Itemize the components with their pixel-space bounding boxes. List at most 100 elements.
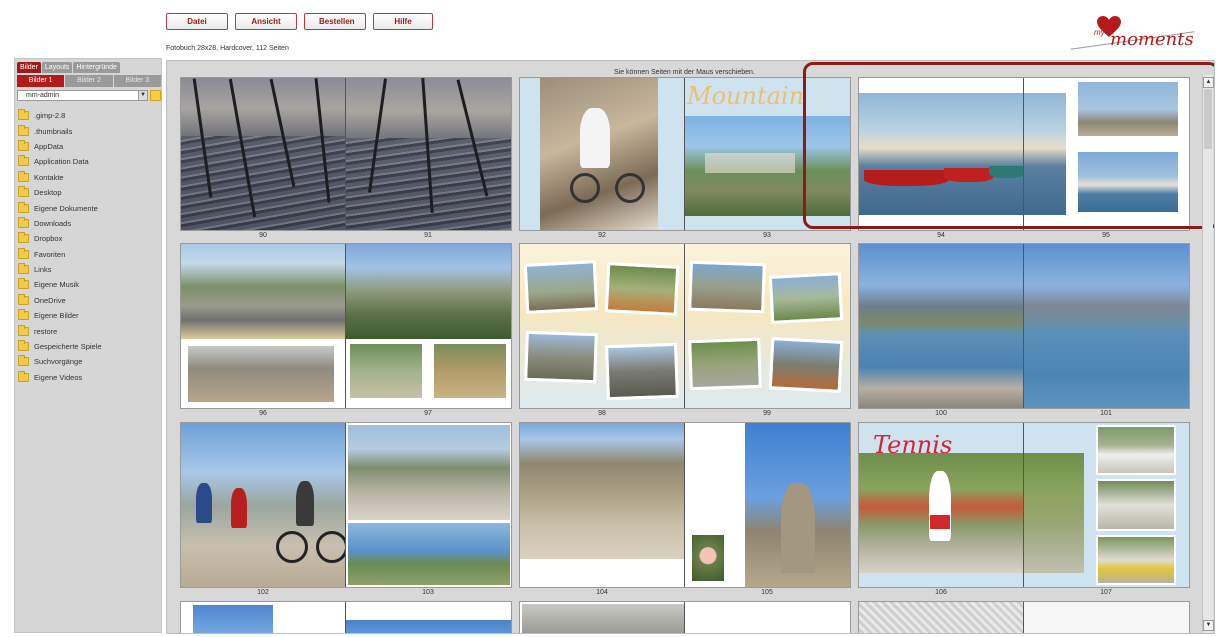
page-number-91: 91 bbox=[424, 232, 432, 239]
page-105[interactable] bbox=[685, 423, 850, 587]
folder-item[interactable]: Dropbox bbox=[18, 231, 102, 246]
page-number-96: 96 bbox=[259, 410, 267, 417]
tab-bilder-2[interactable]: Bilder 2 bbox=[65, 75, 113, 87]
spread-92-93[interactable]: Mountain bbox=[519, 77, 851, 231]
folder-item[interactable]: Links bbox=[18, 262, 102, 277]
spread-102-103[interactable] bbox=[180, 422, 512, 588]
spread-112[interactable] bbox=[858, 601, 1190, 633]
page-number-94: 94 bbox=[937, 232, 945, 239]
menu-datei-button[interactable]: Datei bbox=[166, 13, 228, 30]
page-107[interactable] bbox=[1024, 423, 1189, 587]
tennis-player bbox=[929, 471, 951, 541]
spread-90-91[interactable] bbox=[180, 77, 512, 231]
scroll-thumb[interactable] bbox=[1204, 89, 1212, 149]
page-110[interactable] bbox=[520, 602, 685, 633]
page-number-90: 90 bbox=[259, 232, 267, 239]
folder-item[interactable]: Eigene Musik bbox=[18, 277, 102, 292]
page-100[interactable] bbox=[859, 244, 1024, 408]
photo-collage bbox=[605, 342, 679, 401]
page-cover-back[interactable] bbox=[1024, 602, 1189, 633]
folder-icon bbox=[18, 109, 29, 121]
selected-spread-highlight bbox=[803, 62, 1214, 229]
chevron-down-icon[interactable]: ▼ bbox=[138, 91, 147, 100]
folder-item[interactable]: Eigene Dokumente bbox=[18, 200, 102, 215]
page-number-98: 98 bbox=[598, 410, 606, 417]
spread-workspace[interactable]: Sie können Seiten mit der Maus verschieb… bbox=[166, 60, 1215, 634]
directory-select[interactable]: mm-admin ▼ bbox=[17, 90, 148, 101]
spread-106-107[interactable]: Tennis bbox=[858, 422, 1190, 588]
page-103[interactable] bbox=[346, 423, 511, 587]
folder-icon bbox=[18, 186, 29, 198]
folder-item[interactable]: .gimp-2.8 bbox=[18, 108, 102, 123]
photo-flower bbox=[690, 533, 726, 583]
spread-98-99[interactable] bbox=[519, 243, 851, 409]
folder-label: Suchvorgänge bbox=[34, 357, 83, 367]
page-101[interactable] bbox=[1024, 244, 1189, 408]
book-info: Fotobuch 28x28, Hardcover, 112 Seiten bbox=[166, 45, 289, 52]
photo-collage bbox=[604, 262, 680, 316]
spread-100-101[interactable] bbox=[858, 243, 1190, 409]
page-number-100: 100 bbox=[935, 410, 947, 417]
folder-item[interactable]: Favoriten bbox=[18, 247, 102, 262]
page-104[interactable] bbox=[520, 423, 685, 587]
menu-bar: Datei Ansicht Bestellen Hilfe bbox=[166, 13, 433, 30]
page-96[interactable] bbox=[181, 244, 346, 408]
folder-item[interactable]: Kontakte bbox=[18, 170, 102, 185]
bike-wheel bbox=[570, 173, 600, 203]
folder-item[interactable]: Downloads bbox=[18, 216, 102, 231]
folder-item[interactable]: Desktop bbox=[18, 185, 102, 200]
tab-hintergruende[interactable]: Hintergründe bbox=[73, 62, 120, 73]
page-102[interactable] bbox=[181, 423, 346, 587]
tab-layouts[interactable]: Layouts bbox=[41, 62, 73, 73]
page-92[interactable] bbox=[520, 78, 685, 230]
folder-label: Kontakte bbox=[34, 172, 64, 182]
folder-item[interactable]: Application Data bbox=[18, 154, 102, 169]
folder-item[interactable]: OneDrive bbox=[18, 293, 102, 308]
folder-label: Application Data bbox=[34, 157, 89, 167]
folder-label: .thumbnails bbox=[34, 126, 73, 136]
folder-label: Desktop bbox=[34, 188, 62, 198]
spread-108-109[interactable] bbox=[180, 601, 512, 633]
tab-bilder-3[interactable]: Bilder 3 bbox=[113, 75, 161, 87]
folder-label: OneDrive bbox=[34, 295, 66, 305]
page-91[interactable] bbox=[346, 78, 511, 230]
vertical-scrollbar[interactable]: ▲ ▼ bbox=[1202, 75, 1214, 633]
folder-label: Downloads bbox=[34, 218, 72, 228]
mountain-title: Mountain bbox=[687, 82, 805, 110]
tab-bilder-1[interactable]: Bilder 1 bbox=[17, 75, 65, 87]
page-99[interactable] bbox=[685, 244, 850, 408]
menu-ansicht-button[interactable]: Ansicht bbox=[235, 13, 297, 30]
folder-open-icon[interactable] bbox=[150, 90, 161, 101]
folder-icon bbox=[18, 263, 29, 275]
scroll-up-icon[interactable]: ▲ bbox=[1203, 77, 1214, 88]
spread-104-105[interactable] bbox=[519, 422, 851, 588]
folder-icon bbox=[18, 139, 29, 151]
folder-item[interactable]: Eigene Videos bbox=[18, 370, 102, 385]
menu-bestellen-button[interactable]: Bestellen bbox=[304, 13, 366, 30]
photo bbox=[346, 620, 511, 633]
folder-item[interactable]: AppData bbox=[18, 139, 102, 154]
folder-item[interactable]: Eigene Bilder bbox=[18, 308, 102, 323]
page-112[interactable] bbox=[859, 602, 1024, 633]
page-109[interactable] bbox=[346, 602, 511, 633]
folder-item[interactable]: Suchvorgänge bbox=[18, 354, 102, 369]
scroll-down-icon[interactable]: ▼ bbox=[1203, 620, 1214, 631]
folder-item[interactable]: Gespeicherte Spiele bbox=[18, 339, 102, 354]
spread-110-111[interactable] bbox=[519, 601, 851, 633]
directory-value: mm-admin bbox=[26, 92, 60, 99]
page-111[interactable] bbox=[685, 602, 850, 633]
tab-bilder[interactable]: Bilder bbox=[17, 62, 41, 73]
page-106[interactable]: Tennis bbox=[859, 423, 1024, 587]
photo-cyclists-road bbox=[348, 425, 510, 520]
page-98[interactable] bbox=[520, 244, 685, 408]
page-90[interactable] bbox=[181, 78, 346, 230]
page-97[interactable] bbox=[346, 244, 511, 408]
folder-item[interactable]: .thumbnails bbox=[18, 123, 102, 138]
photo-collage bbox=[524, 330, 598, 384]
page-108[interactable] bbox=[181, 602, 346, 633]
photo-road bbox=[181, 244, 345, 339]
folder-item[interactable]: restore bbox=[18, 323, 102, 338]
menu-hilfe-button[interactable]: Hilfe bbox=[373, 13, 433, 30]
folder-label: Eigene Musik bbox=[34, 280, 80, 290]
spread-96-97[interactable] bbox=[180, 243, 512, 409]
